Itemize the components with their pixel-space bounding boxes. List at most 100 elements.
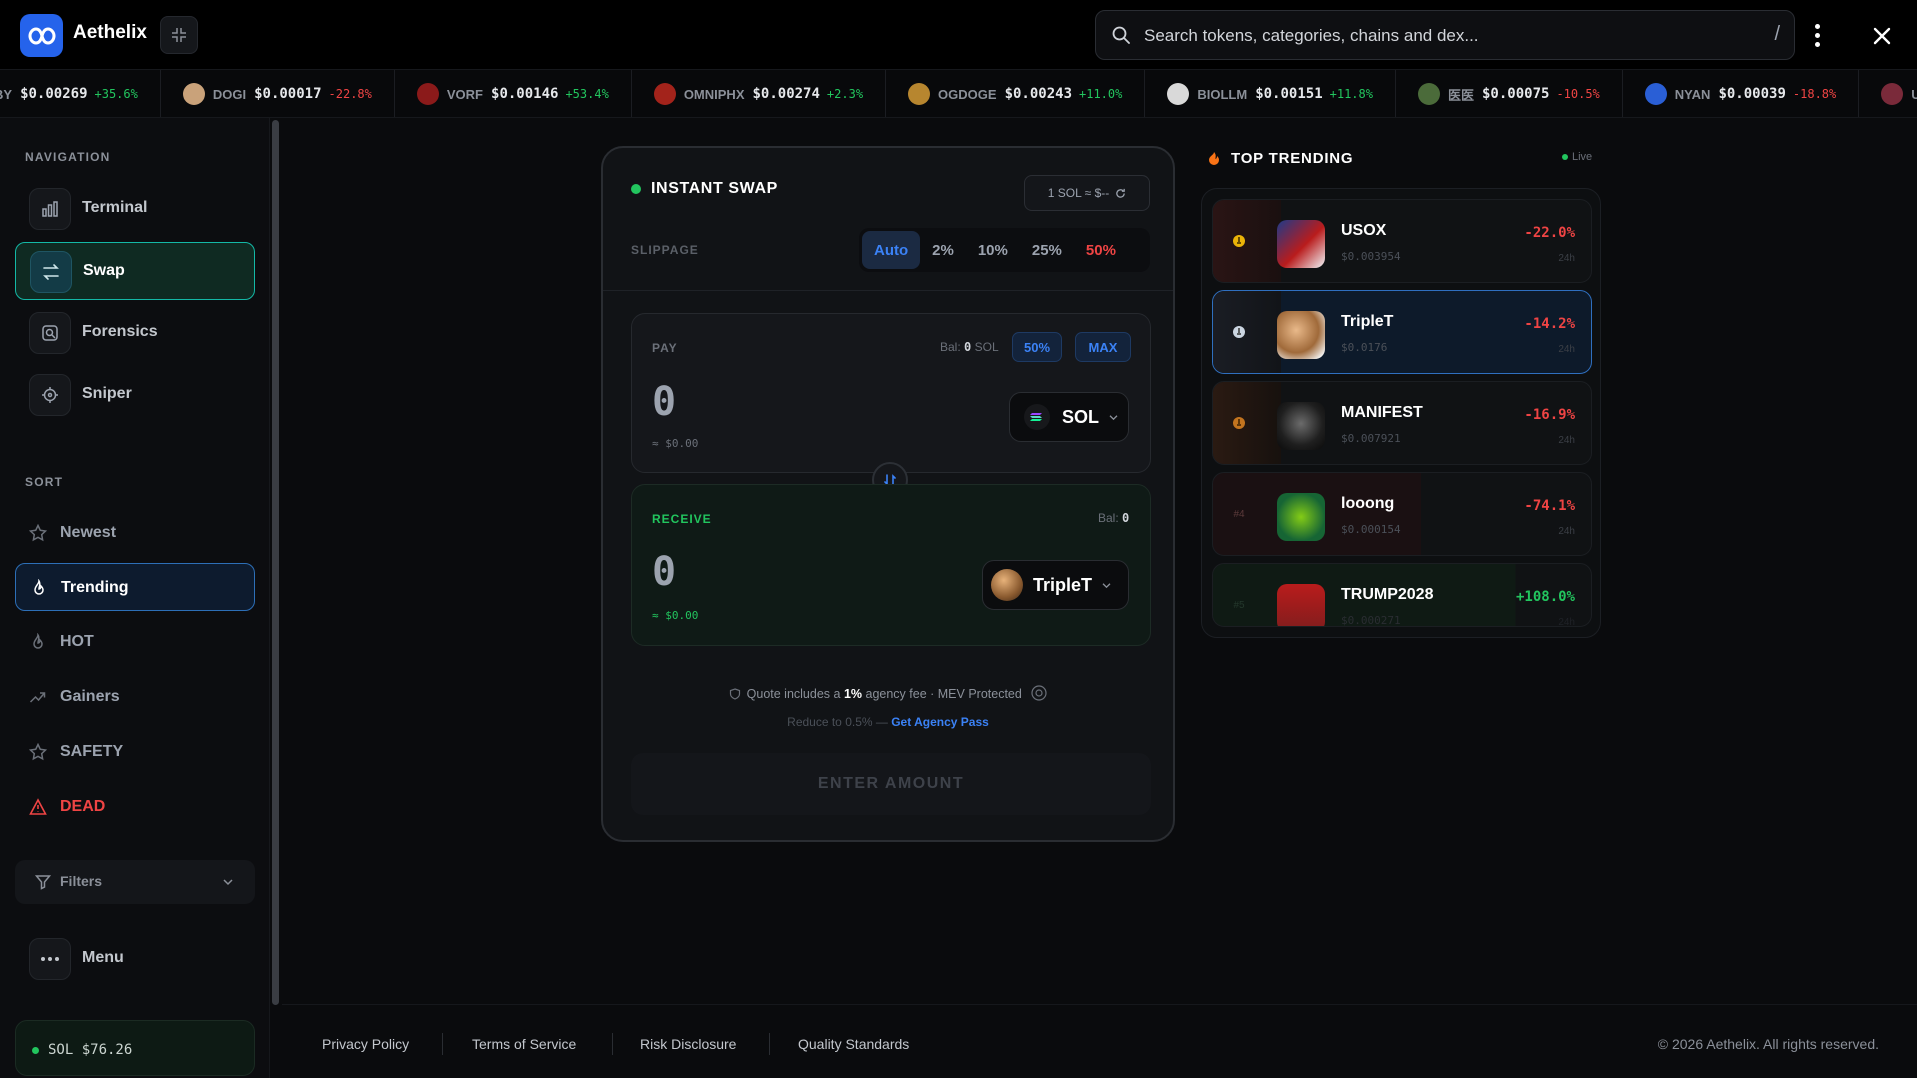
search-bar[interactable]: /	[1095, 10, 1795, 60]
divider	[769, 1033, 770, 1055]
solana-icon	[1024, 404, 1050, 430]
close-icon[interactable]	[1868, 22, 1896, 50]
ticker-price: $0.00243	[1004, 86, 1072, 102]
trending-row-usox[interactable]: USOX $0.003954 -22.0% 24h	[1212, 199, 1592, 283]
ticker-item[interactable]: BIOLLM $0.00151 +11.8%	[1145, 70, 1396, 117]
collapse-sidebar-button[interactable]	[160, 16, 198, 54]
receive-balance-value: 0	[1122, 511, 1130, 525]
rank-number: #5	[1233, 599, 1245, 611]
more-options-icon[interactable]	[1805, 18, 1829, 52]
slippage-25[interactable]: 25%	[1020, 231, 1074, 269]
get-agency-pass-link[interactable]: Get Agency Pass	[891, 715, 989, 729]
token-avatar	[908, 83, 931, 105]
ticker-item[interactable]: OMNIPHX $0.00274 +2.3%	[632, 70, 887, 117]
ticker-price: $0.00075	[1482, 86, 1550, 102]
slippage-auto[interactable]: Auto	[862, 231, 921, 269]
sort-item-gainers[interactable]: Gainers	[15, 673, 255, 721]
fire-icon	[33, 633, 43, 649]
slippage-10[interactable]: 10%	[966, 231, 1020, 269]
nav-item-label: Swap	[83, 262, 125, 279]
ticker-item[interactable]: OGDOGE $0.00243 +11.0%	[886, 70, 1146, 117]
pay-label: PAY	[652, 341, 678, 355]
menu-button[interactable]: Menu	[15, 930, 255, 988]
receive-balance: Bal: 0	[1098, 511, 1129, 525]
ticker-symbol: BIOLLM	[1197, 86, 1248, 102]
ticker-price: $0.00269	[20, 86, 88, 102]
refresh-icon	[1116, 188, 1126, 198]
medal-icon	[1231, 233, 1247, 249]
sort-item-trending[interactable]: Trending	[15, 563, 255, 611]
terms-of-service-link[interactable]: Terms of Service	[472, 1036, 576, 1052]
ticker-change: +35.6%	[94, 87, 138, 101]
live-indicator: Live	[1562, 151, 1592, 163]
sort-item-label: Gainers	[60, 688, 120, 705]
logo-icon	[28, 26, 55, 45]
ticker-item[interactable]: NYAN $0.00039 -18.8%	[1623, 70, 1860, 117]
trending-row-looong[interactable]: #4 looong $0.000154 -74.1% 24h	[1212, 472, 1592, 556]
copyright: © 2026 Aethelix. All rights reserved.	[1657, 1036, 1879, 1052]
rank-bar	[1213, 382, 1281, 464]
ticker-item[interactable]: BY $0.00269 +35.6%	[0, 70, 161, 117]
ticker-item[interactable]: VORF $0.00146 +53.4%	[395, 70, 632, 117]
fee-prefix: Quote includes a	[746, 687, 844, 701]
nav-item-swap[interactable]: Swap	[15, 242, 255, 300]
max-amount-button[interactable]: MAX	[1075, 332, 1131, 362]
risk-disclosure-link[interactable]: Risk Disclosure	[640, 1036, 736, 1052]
enter-amount-button[interactable]: ENTER AMOUNT	[631, 753, 1151, 815]
ticker-item[interactable]: 医医 $0.00075 -10.5%	[1396, 70, 1623, 117]
live-label: Live	[1572, 151, 1593, 163]
quality-standards-link[interactable]: Quality Standards	[798, 1036, 909, 1052]
nav-item-terminal[interactable]: Terminal	[15, 180, 255, 238]
chevron-down-icon	[1109, 414, 1118, 420]
trending-row-manifest[interactable]: MANIFEST $0.007921 -16.9% 24h	[1212, 381, 1592, 465]
pay-amount-input[interactable]: 0	[652, 379, 676, 425]
slippage-2[interactable]: 2%	[920, 231, 966, 269]
swap-title-text: INSTANT SWAP	[651, 180, 778, 197]
sidebar-scrollbar[interactable]	[272, 120, 279, 1005]
half-amount-button[interactable]: 50%	[1012, 332, 1062, 362]
pay-token-selector[interactable]: SOL	[1009, 392, 1129, 442]
live-dot	[1562, 154, 1568, 160]
receive-panel: RECEIVE Bal: 0 0 ≈ $0.00 TripleT	[631, 484, 1151, 646]
token-price: $0.0176	[1341, 341, 1388, 354]
app-logo[interactable]	[20, 14, 63, 57]
nav-item-forensics[interactable]: Forensics	[15, 304, 255, 362]
token-avatar	[1644, 83, 1667, 105]
ticker-item[interactable]: DOGI $0.00017 -22.8%	[161, 70, 395, 117]
footer: Privacy Policy Terms of Service Risk Dis…	[282, 1004, 1917, 1078]
slippage-50[interactable]: 50%	[1074, 231, 1128, 269]
chevron-down-icon	[223, 879, 233, 886]
trending-row-trump2028[interactable]: #5 TRUMP2028 $0.000271 +108.0% 24h	[1212, 563, 1592, 627]
info-icon[interactable]	[1031, 685, 1047, 701]
token-avatar	[1277, 584, 1325, 626]
search-input[interactable]	[1144, 23, 1744, 49]
trending-row-triplet[interactable]: TripleT $0.0176 -14.2% 24h	[1212, 290, 1592, 374]
rate-refresh-button[interactable]: 1 SOL ≈ $--	[1024, 175, 1150, 211]
ticker-item[interactable]: US	[1859, 70, 1917, 117]
flame-icon	[34, 579, 44, 595]
receive-label: RECEIVE	[652, 512, 712, 526]
ticker-price: $0.00017	[254, 86, 322, 102]
nav-item-sniper[interactable]: Sniper	[15, 366, 255, 424]
filter-icon	[35, 875, 51, 890]
token-period: 24h	[1558, 253, 1575, 264]
more-horizontal-icon	[29, 938, 71, 980]
sort-item-label: Trending	[61, 579, 129, 596]
swap-icon	[30, 251, 72, 293]
ticker-price: $0.00151	[1255, 86, 1323, 102]
filters-dropdown[interactable]: Filters	[15, 860, 255, 904]
pay-usd-value: ≈ $0.00	[652, 437, 699, 450]
token-change: -22.0%	[1524, 225, 1575, 241]
receive-token-selector[interactable]: TripleT	[982, 560, 1129, 610]
sort-item-hot[interactable]: HOT	[15, 618, 255, 666]
rate-text: 1 SOL ≈ $--	[1047, 186, 1110, 200]
brand-name: Aethelix	[73, 22, 147, 43]
privacy-policy-link[interactable]: Privacy Policy	[322, 1036, 409, 1052]
sort-item-safety[interactable]: SAFETY	[15, 728, 255, 776]
sort-item-dead[interactable]: DEAD	[15, 783, 255, 831]
token-avatar	[182, 83, 205, 105]
bar-chart-icon	[29, 188, 71, 230]
sort-item-newest[interactable]: Newest	[15, 509, 255, 557]
ticker-change: +11.0%	[1079, 87, 1123, 101]
pay-balance: Bal: 0 SOL	[940, 340, 999, 354]
